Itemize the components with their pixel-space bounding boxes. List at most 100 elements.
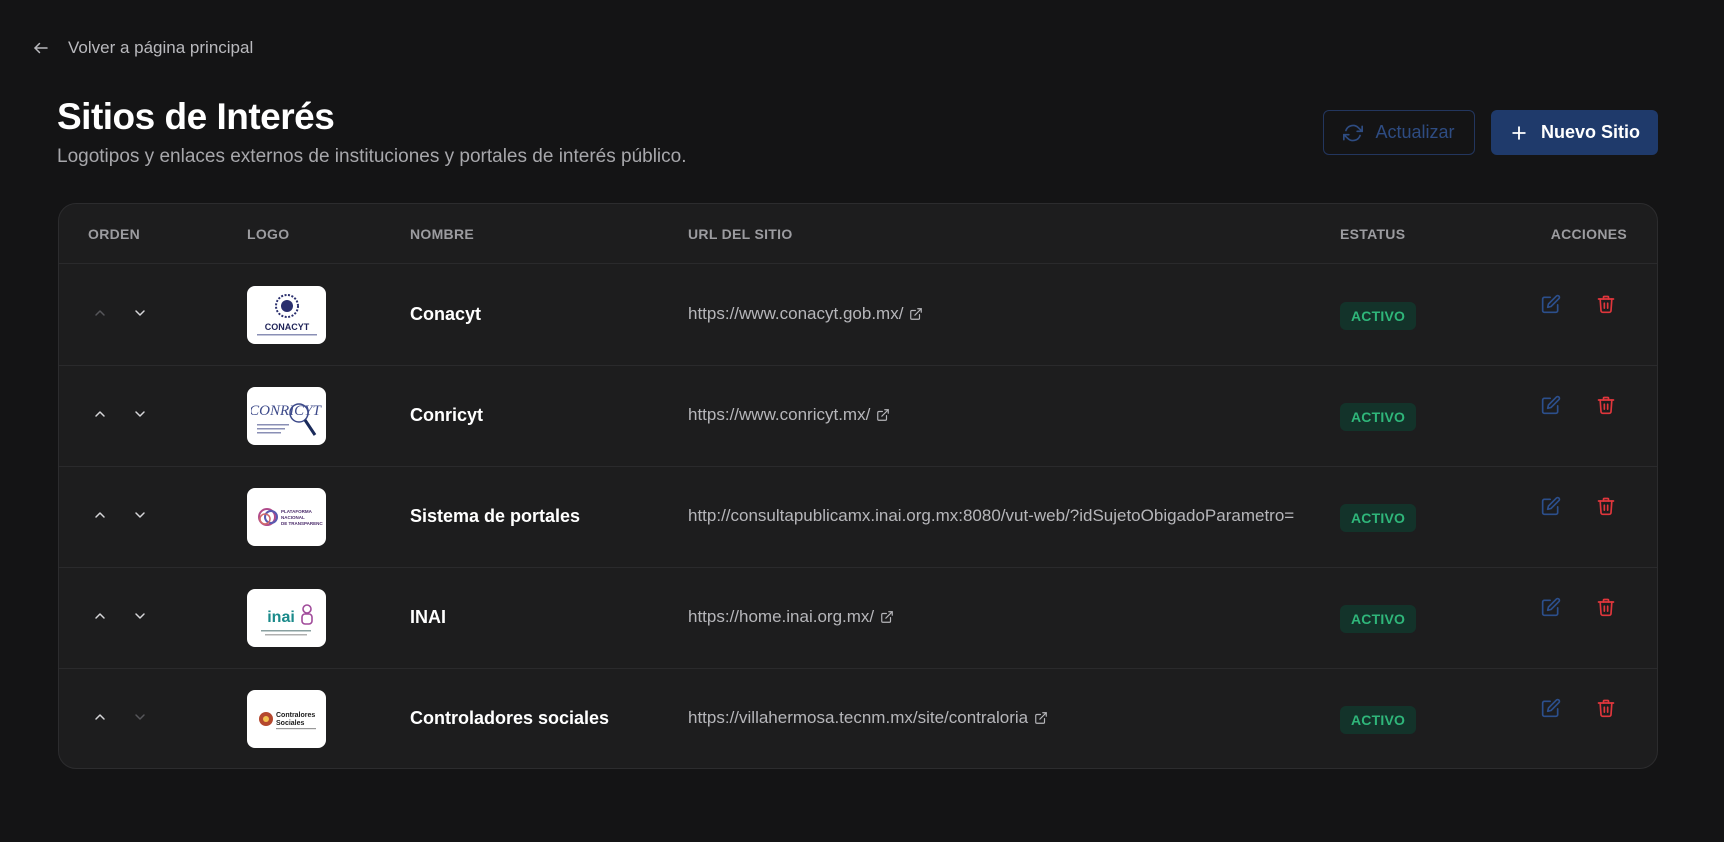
column-header-name: NOMBRE: [410, 226, 475, 242]
move-up-button[interactable]: [88, 404, 112, 428]
site-url-link[interactable]: http://consultapublicamx.inai.org.mx:808…: [688, 506, 1294, 526]
svg-text:CONACYT: CONACYT: [264, 322, 309, 332]
site-url-link[interactable]: https://home.inai.org.mx/: [688, 607, 894, 627]
column-header-actions: ACCIONES: [1550, 226, 1627, 242]
edit-button[interactable]: [1539, 294, 1563, 318]
page-title: Sitios de Interés: [57, 96, 335, 137]
external-link-icon: [877, 409, 890, 421]
move-down-button[interactable]: [128, 303, 152, 327]
chevron-up-icon: [92, 305, 108, 326]
move-up-button[interactable]: [88, 505, 112, 529]
site-logo: PLATAFORMA NACIONAL DE TRANSPARENCIA: [247, 488, 326, 546]
status-badge: ACTIVO: [1340, 504, 1417, 532]
table-header: ORDEN LOGO NOMBRE URL DEL SITIO ESTATUS …: [59, 204, 1657, 264]
edit-button[interactable]: [1539, 698, 1563, 722]
refresh-button-label: Actualizar: [1375, 122, 1455, 142]
delete-button[interactable]: [1594, 698, 1618, 722]
move-up-button[interactable]: [88, 606, 112, 630]
edit-button[interactable]: [1539, 395, 1563, 419]
edit-button[interactable]: [1539, 496, 1563, 520]
external-link-icon: [881, 611, 893, 623]
page-subtitle: Logotipos y enlaces externos de instituc…: [57, 146, 687, 167]
arrow-left-icon: [34, 42, 48, 54]
site-name: Conacyt: [410, 304, 482, 324]
trash-icon: [1596, 597, 1616, 622]
table-row: CONACYT Conacyt https://www.conacyt.gob.mx…: [59, 265, 1657, 366]
status-badge: ACTIVO: [1340, 706, 1417, 734]
move-down-button[interactable]: [128, 606, 152, 630]
move-up-button[interactable]: [88, 303, 112, 327]
table-row: inai INAI https://home.inai.org.mx/ACTIVO: [59, 568, 1657, 669]
site-url-text: https://villahermosa.tecnm.mx/site/contr…: [688, 708, 1029, 727]
trash-icon: [1596, 698, 1616, 723]
status-badge: ACTIVO: [1340, 605, 1417, 633]
chevron-down-icon: [132, 507, 148, 528]
external-link-icon: [910, 308, 923, 320]
svg-text:inai: inai: [267, 609, 295, 626]
table-row: Contralores Sociales Controladores sociale…: [59, 669, 1657, 768]
plus-icon: [1512, 125, 1526, 140]
edit-button[interactable]: [1539, 597, 1563, 621]
external-link-icon: [1035, 712, 1047, 724]
status-badge: ACTIVO: [1340, 302, 1417, 330]
table-row: CONRICYT Conricyt https://www.conricyt.mx/…: [59, 366, 1657, 467]
edit-icon: [1541, 294, 1561, 319]
svg-text:Sociales: Sociales: [276, 720, 305, 727]
move-up-button[interactable]: [88, 707, 112, 731]
site-url-link[interactable]: https://www.conacyt.gob.mx/: [688, 304, 923, 324]
site-url-text: http://consultapublicamx.inai.org.mx:808…: [688, 506, 1295, 525]
site-logo: CONACYT: [247, 286, 326, 344]
new-site-button[interactable]: Nuevo Sitio: [1491, 110, 1658, 155]
refresh-icon: [1343, 124, 1364, 141]
chevron-up-icon: [92, 709, 108, 730]
edit-icon: [1541, 395, 1561, 420]
site-url-text: https://www.conricyt.mx/: [688, 405, 871, 424]
delete-button[interactable]: [1594, 294, 1618, 318]
svg-text:DE TRANSPARENCIA: DE TRANSPARENCIA: [281, 521, 323, 526]
svg-text:Contralores: Contralores: [276, 712, 315, 719]
sites-table: ORDEN LOGO NOMBRE URL DEL SITIO ESTATUS …: [58, 203, 1658, 769]
svg-text:CONRICYT: CONRICYT: [251, 403, 322, 419]
delete-button[interactable]: [1594, 496, 1618, 520]
move-down-button[interactable]: [128, 707, 152, 731]
svg-text:NACIONAL: NACIONAL: [281, 515, 305, 520]
delete-button[interactable]: [1594, 395, 1618, 419]
site-logo: Contralores Sociales: [247, 690, 326, 748]
trash-icon: [1596, 496, 1616, 521]
site-logo: CONRICYT: [247, 387, 326, 445]
site-name: INAI: [410, 607, 446, 627]
site-url-text: https://home.inai.org.mx/: [688, 607, 875, 626]
column-header-url: URL DEL SITIO: [688, 226, 793, 242]
trash-icon: [1596, 395, 1616, 420]
new-site-button-label: Nuevo Sitio: [1540, 122, 1640, 142]
site-url-link[interactable]: https://villahermosa.tecnm.mx/site/contr…: [688, 708, 1048, 728]
svg-text:PLATAFORMA: PLATAFORMA: [281, 509, 313, 514]
column-header-status: ESTATUS: [1340, 226, 1406, 242]
table-row: PLATAFORMA NACIONAL DE TRANSPARENCIA Sistem…: [59, 467, 1657, 568]
chevron-down-icon: [132, 709, 148, 730]
back-link-label: Volver a página principal: [68, 38, 254, 57]
column-header-logo: LOGO: [247, 226, 290, 242]
status-badge: ACTIVO: [1340, 403, 1417, 431]
chevron-down-icon: [132, 608, 148, 629]
site-url-text: https://www.conacyt.gob.mx/: [688, 304, 904, 323]
chevron-up-icon: [92, 608, 108, 629]
site-name: Controladores sociales: [410, 708, 610, 728]
site-logo: inai: [247, 589, 326, 647]
delete-button[interactable]: [1594, 597, 1618, 621]
edit-icon: [1541, 496, 1561, 521]
move-down-button[interactable]: [128, 404, 152, 428]
refresh-button[interactable]: Actualizar: [1323, 110, 1475, 155]
chevron-down-icon: [132, 406, 148, 427]
move-down-button[interactable]: [128, 505, 152, 529]
edit-icon: [1541, 597, 1561, 622]
site-name: Conricyt: [410, 405, 484, 425]
site-url-link[interactable]: https://www.conricyt.mx/: [688, 405, 890, 425]
edit-icon: [1541, 698, 1561, 723]
chevron-up-icon: [92, 507, 108, 528]
chevron-down-icon: [132, 305, 148, 326]
site-name: Sistema de portales: [410, 506, 581, 526]
back-link[interactable]: Volver a página principal: [32, 38, 253, 58]
trash-icon: [1596, 294, 1616, 319]
column-header-order: ORDEN: [88, 226, 141, 242]
